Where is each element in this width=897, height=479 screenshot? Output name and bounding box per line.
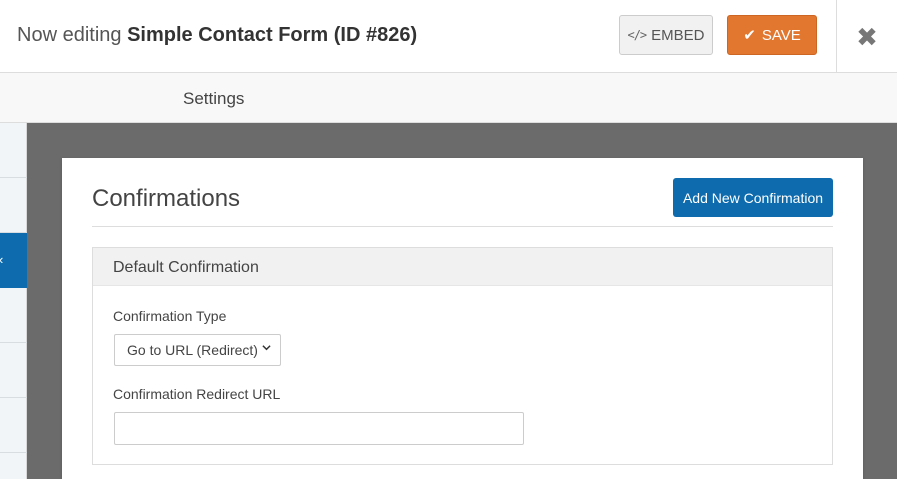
top-bar: Now editing Simple Contact Form (ID #826… bbox=[0, 0, 897, 73]
sidebar-item[interactable] bbox=[0, 398, 27, 453]
close-button[interactable]: ✖ bbox=[837, 0, 897, 73]
close-icon: ✖ bbox=[856, 21, 878, 52]
form-name: Simple Contact Form (ID #826) bbox=[127, 24, 418, 46]
save-button[interactable]: ✔ SAVE bbox=[727, 15, 817, 55]
embed-label: EMBED bbox=[651, 26, 705, 44]
tab-bar: Settings bbox=[0, 73, 897, 123]
heading-divider bbox=[92, 226, 833, 227]
confirmation-type-label: Confirmation Type bbox=[113, 308, 227, 324]
page-title: Now editing Simple Contact Form (ID #826… bbox=[17, 24, 417, 47]
sidebar: ‹ bbox=[0, 123, 27, 479]
redirect-url-label: Confirmation Redirect URL bbox=[113, 386, 281, 402]
embed-button[interactable]: </> EMBED bbox=[619, 15, 713, 55]
chevron-left-icon: ‹ bbox=[0, 252, 3, 267]
panel-heading: Confirmations bbox=[92, 185, 241, 212]
confirmation-type-select[interactable]: Go to URL (Redirect) bbox=[114, 334, 281, 366]
title-prefix: Now editing bbox=[17, 24, 122, 46]
confirmation-type-value: Go to URL (Redirect) bbox=[127, 342, 258, 358]
confirmation-box: Default Confirmation Confirmation Type G… bbox=[92, 247, 833, 465]
chevron-down-icon bbox=[262, 345, 271, 351]
confirmations-panel: Confirmations Add New Confirmation Defau… bbox=[62, 158, 863, 479]
code-icon: </> bbox=[627, 28, 647, 42]
confirmation-box-header[interactable]: Default Confirmation bbox=[93, 248, 832, 286]
tab-settings[interactable]: Settings bbox=[183, 89, 244, 109]
confirmation-title: Default Confirmation bbox=[113, 259, 259, 276]
add-new-confirmation-button[interactable]: Add New Confirmation bbox=[673, 178, 833, 217]
sidebar-item[interactable] bbox=[0, 123, 27, 178]
check-icon: ✔ bbox=[743, 27, 756, 44]
sidebar-item[interactable] bbox=[0, 343, 27, 398]
redirect-url-input[interactable] bbox=[114, 412, 524, 445]
sidebar-item-confirmations[interactable]: ‹ bbox=[0, 233, 27, 288]
save-label: SAVE bbox=[761, 26, 801, 44]
sidebar-item[interactable] bbox=[0, 178, 27, 233]
sidebar-item[interactable] bbox=[0, 288, 27, 343]
